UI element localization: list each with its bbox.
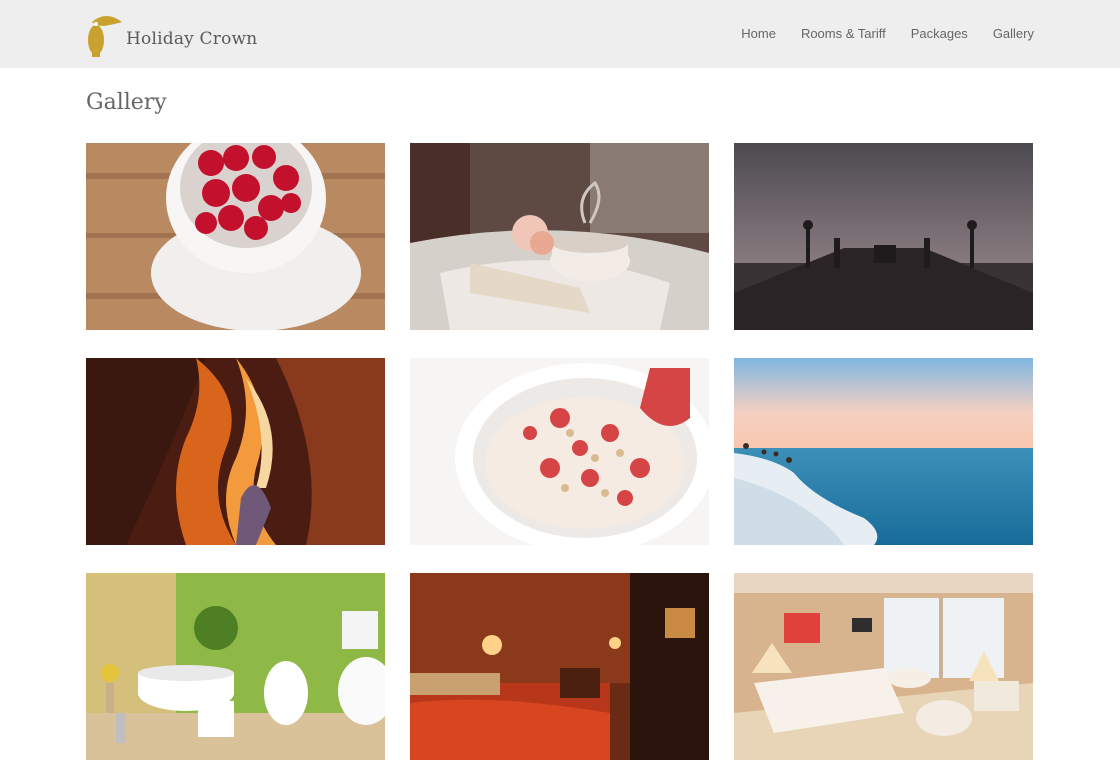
gallery-image-sea-cliff[interactable] — [734, 358, 1033, 545]
gallery-image-bathroom[interactable] — [86, 573, 385, 760]
nav-gallery[interactable]: Gallery — [993, 26, 1034, 41]
main-nav: Home Rooms & Tariff Packages Gallery — [741, 26, 1034, 41]
gallery-image-tea-cup[interactable] — [410, 143, 709, 330]
toucan-icon — [88, 16, 122, 57]
gallery-image-canyon[interactable] — [86, 358, 385, 545]
page-title: Gallery — [86, 90, 167, 115]
brand-logo[interactable]: Holiday Crown — [86, 10, 257, 58]
gallery-grid — [86, 143, 1033, 760]
nav-packages[interactable]: Packages — [911, 26, 968, 41]
gallery-image-bridge[interactable] — [734, 143, 1033, 330]
gallery-image-raspberries[interactable] — [86, 143, 385, 330]
gallery-image-yogurt[interactable] — [410, 358, 709, 545]
site-header: Holiday Crown Home Rooms & Tariff Packag… — [0, 0, 1120, 68]
nav-home[interactable]: Home — [741, 26, 776, 41]
nav-rooms-tariff[interactable]: Rooms & Tariff — [801, 26, 886, 41]
gallery-image-red-bedroom[interactable] — [410, 573, 709, 760]
brand-name: Holiday Crown — [126, 29, 258, 49]
gallery-image-hotel-room[interactable] — [734, 573, 1033, 760]
